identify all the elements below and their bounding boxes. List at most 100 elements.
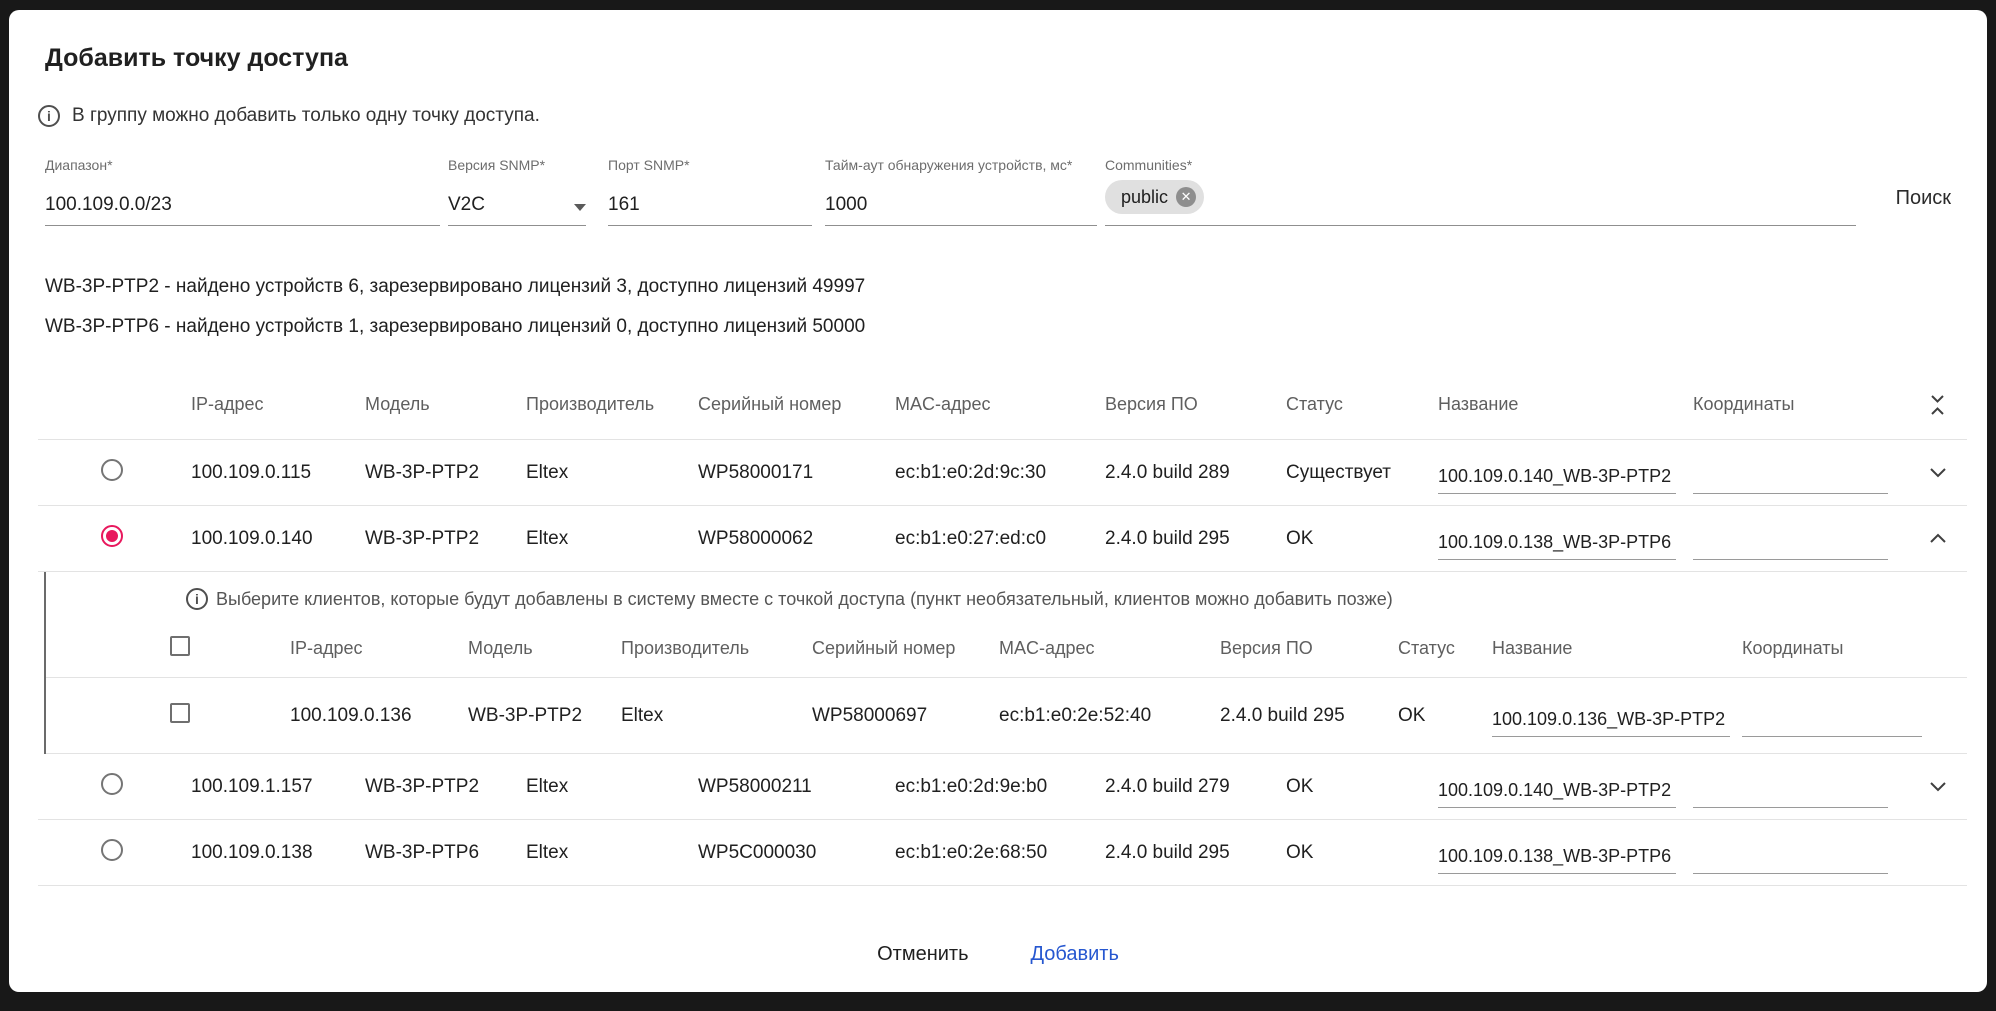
device-serial: WP58000211 [698, 776, 895, 798]
search-form: Диапазон* 100.109.0.0/23 Версия SNMP* V2… [45, 157, 1955, 226]
device-ip: 100.109.0.138 [191, 842, 365, 864]
col-mac: MAC-адрес [895, 394, 1105, 415]
chip-remove-icon[interactable]: ✕ [1176, 187, 1196, 207]
community-chip[interactable]: public ✕ [1105, 180, 1204, 214]
col-vendor: Производитель [621, 638, 812, 659]
device-status: OK [1286, 842, 1438, 864]
select-device-radio[interactable] [101, 525, 123, 547]
col-name: Название [1438, 394, 1693, 415]
device-row[interactable]: 100.109.0.138 WB-3P-PTP6 Eltex WP5C00003… [38, 820, 1967, 886]
col-name: Название [1492, 638, 1742, 659]
table-header-row: IP-адрес Модель Производитель Серийный н… [38, 370, 1967, 440]
result-line-2: WB-3P-PTP6 - найдено устройств 1, зарезе… [45, 316, 1951, 338]
device-mac: ec:b1:e0:27:ed:c0 [895, 528, 1105, 550]
snmp-port-field: Порт SNMP* 161 [608, 157, 812, 226]
device-row[interactable]: 100.109.0.140 WB-3P-PTP2 Eltex WP5800006… [38, 506, 1967, 572]
chevron-down-icon[interactable] [1929, 467, 1947, 478]
client-coords-input[interactable] [1742, 709, 1922, 737]
device-vendor: Eltex [526, 528, 698, 550]
chevron-down-icon[interactable] [1929, 781, 1947, 792]
select-device-radio[interactable] [101, 459, 123, 481]
device-fw: 2.4.0 build 279 [1105, 776, 1286, 798]
device-name-input[interactable] [1438, 466, 1676, 494]
client-status: OK [1398, 705, 1492, 727]
device-serial: WP5C000030 [698, 842, 895, 864]
search-button[interactable]: Поиск [1896, 187, 1955, 226]
select-client-checkbox[interactable] [170, 703, 190, 723]
snmp-port-input[interactable]: 161 [608, 182, 812, 226]
device-vendor: Eltex [526, 776, 698, 798]
device-model: WB-3P-PTP2 [365, 776, 526, 798]
select-all-clients-checkbox[interactable] [170, 636, 190, 656]
devices-table: IP-адрес Модель Производитель Серийный н… [38, 370, 1967, 886]
device-coords-input[interactable] [1693, 846, 1888, 874]
device-row[interactable]: 100.109.1.157 WB-3P-PTP2 Eltex WP5800021… [38, 754, 1967, 820]
device-name-input[interactable] [1438, 532, 1676, 560]
chevron-up-icon[interactable] [1929, 533, 1947, 544]
dialog-footer: Отменить Добавить [9, 936, 1987, 972]
col-coords: Координаты [1742, 638, 1967, 659]
device-name-input[interactable] [1438, 780, 1676, 808]
select-device-radio[interactable] [101, 839, 123, 861]
range-input[interactable]: 100.109.0.0/23 [45, 182, 440, 226]
add-button[interactable]: Добавить [1023, 939, 1127, 970]
client-row[interactable]: 100.109.0.136 WB-3P-PTP2 Eltex WP5800069… [46, 678, 1967, 754]
snmp-version-value: V2C [448, 194, 485, 216]
device-ip: 100.109.0.115 [191, 462, 365, 484]
col-model: Модель [365, 394, 526, 415]
clients-info-row: i Выберите клиентов, которые будут добав… [46, 572, 1967, 620]
device-coords-input[interactable] [1693, 532, 1888, 560]
communities-label: Communities* [1105, 157, 1856, 174]
clients-expansion: i Выберите клиентов, которые будут добав… [44, 572, 1967, 754]
device-fw: 2.4.0 build 289 [1105, 462, 1286, 484]
col-model: Модель [468, 638, 621, 659]
client-name-input[interactable] [1492, 709, 1730, 737]
cancel-button[interactable]: Отменить [869, 939, 976, 970]
select-arrow-icon [574, 204, 586, 211]
device-coords-input[interactable] [1693, 466, 1888, 494]
col-vendor: Производитель [526, 394, 698, 415]
client-vendor: Eltex [621, 705, 812, 727]
timeout-label: Тайм-аут обнаружения устройств, мс* [825, 157, 1097, 174]
dialog-title: Добавить точку доступа [45, 44, 1987, 73]
device-vendor: Eltex [526, 842, 698, 864]
device-ip: 100.109.1.157 [191, 776, 365, 798]
client-fw: 2.4.0 build 295 [1220, 705, 1398, 727]
device-status: OK [1286, 776, 1438, 798]
search-results: WB-3P-PTP2 - найдено устройств 6, зарезе… [45, 276, 1951, 338]
col-fw: Версия ПО [1220, 638, 1398, 659]
col-serial: Серийный номер [698, 394, 895, 415]
col-coords: Координаты [1693, 394, 1908, 415]
add-access-point-dialog: Добавить точку доступа i В группу можно … [9, 10, 1987, 992]
device-row[interactable]: 100.109.0.115 WB-3P-PTP2 Eltex WP5800017… [38, 440, 1967, 506]
device-model: WB-3P-PTP2 [365, 528, 526, 550]
range-field: Диапазон* 100.109.0.0/23 [45, 157, 440, 226]
communities-field: Communities* public ✕ [1105, 157, 1856, 226]
device-serial: WP58000171 [698, 462, 895, 484]
device-mac: ec:b1:e0:2d:9c:30 [895, 462, 1105, 484]
col-fw: Версия ПО [1105, 394, 1286, 415]
timeout-input[interactable]: 1000 [825, 182, 1097, 226]
clients-info-text: Выберите клиентов, которые будут добавле… [216, 589, 1393, 610]
info-icon: i [186, 588, 208, 610]
communities-input[interactable]: public ✕ [1105, 182, 1856, 226]
device-fw: 2.4.0 build 295 [1105, 842, 1286, 864]
device-mac: ec:b1:e0:2e:68:50 [895, 842, 1105, 864]
dialog-info-text: В группу можно добавить только одну точк… [72, 105, 540, 127]
result-line-1: WB-3P-PTP2 - найдено устройств 6, зарезе… [45, 276, 1951, 298]
snmp-version-label: Версия SNMP* [448, 157, 586, 174]
device-vendor: Eltex [526, 462, 698, 484]
col-status: Статус [1286, 394, 1438, 415]
device-model: WB-3P-PTP2 [365, 462, 526, 484]
col-serial: Серийный номер [812, 638, 999, 659]
device-coords-input[interactable] [1693, 780, 1888, 808]
device-status: Существует [1286, 462, 1438, 484]
select-device-radio[interactable] [101, 773, 123, 795]
range-label: Диапазон* [45, 157, 440, 174]
snmp-version-select[interactable]: V2C [448, 182, 586, 226]
device-model: WB-3P-PTP6 [365, 842, 526, 864]
device-mac: ec:b1:e0:2d:9e:b0 [895, 776, 1105, 798]
dialog-info-row: i В группу можно добавить только одну то… [38, 105, 1987, 127]
collapse-all-icon[interactable] [1929, 394, 1946, 416]
device-name-input[interactable] [1438, 846, 1676, 874]
